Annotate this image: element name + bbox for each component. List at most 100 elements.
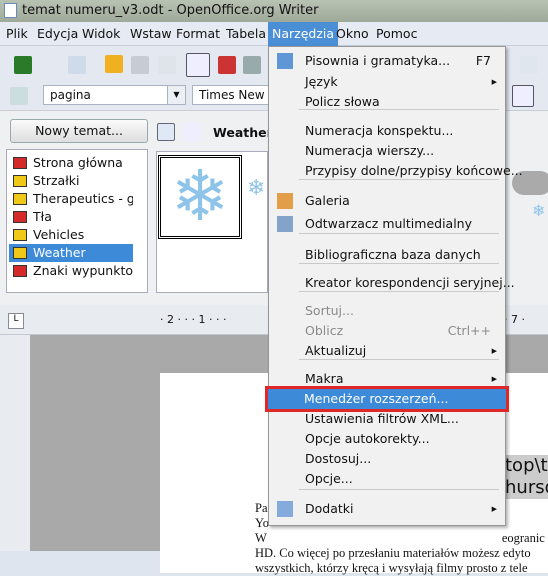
tab-stop-icon[interactable]: L xyxy=(8,313,24,329)
addons-icon xyxy=(277,501,293,517)
field-date: hursda xyxy=(505,477,548,499)
menu-item[interactable]: Numeracja konspektu... xyxy=(269,121,505,141)
edit-mode-icon[interactable] xyxy=(186,53,210,77)
theme-label: Strona główna xyxy=(33,155,123,170)
menu-item[interactable]: Bibliograficzna baza danych xyxy=(269,245,505,265)
theme-item[interactable]: Therapeutics - gen xyxy=(9,190,133,208)
new-document-icon[interactable] xyxy=(68,56,86,74)
menu-format[interactable]: Format xyxy=(176,26,220,41)
menu-plik[interactable]: Plik xyxy=(6,26,28,41)
menu-item-label: Bibliograficzna baza danych xyxy=(305,247,481,262)
window-title: temat numeru_v3.odt - OpenOffice.org Wri… xyxy=(22,3,319,18)
ruler-ticks-left: · 2 · · · 1 · · · xyxy=(160,313,227,326)
field-path: top\te xyxy=(505,455,548,477)
theme-label: Therapeutics - gen xyxy=(33,191,133,206)
menu-item[interactable]: Menedżer rozszerzeń... xyxy=(265,386,509,412)
menu-item-label: Numeracja konspektu... xyxy=(305,123,454,138)
menu-item[interactable]: Opcje autokorekty... xyxy=(269,429,505,449)
menu-item[interactable]: Aktualizuj ▶ xyxy=(269,341,505,361)
theme-item[interactable]: Strona główna xyxy=(9,154,133,172)
theme-item[interactable]: Znaki wypunktowa xyxy=(9,262,133,280)
menu-item[interactable]: Dostosuj... xyxy=(269,449,505,469)
menu-item-label: Menedżer rozszerzeń... xyxy=(304,391,449,406)
menu-item[interactable]: Ustawienia filtrów XML... xyxy=(269,409,505,429)
menu-wstaw[interactable]: Wstaw xyxy=(130,26,172,41)
menu-item[interactable]: Kreator korespondencji seryjnej... xyxy=(269,273,515,293)
theme-folder-icon xyxy=(13,211,27,223)
title-bar: temat numeru_v3.odt - OpenOffice.org Wri… xyxy=(0,0,548,22)
export-pdf-icon[interactable] xyxy=(218,56,236,74)
menu-item[interactable]: Galeria xyxy=(269,191,505,211)
menu-item[interactable]: Makra ▶ xyxy=(269,369,505,389)
save-icon[interactable] xyxy=(131,56,149,74)
menu-item[interactable]: Sortuj... xyxy=(269,301,505,321)
email-icon[interactable] xyxy=(158,56,176,74)
gallery-preview[interactable]: ❄ ❄ xyxy=(156,151,268,293)
menu-item-shortcut: Ctrl++ xyxy=(447,323,491,338)
menu-item[interactable]: Pisownia i gramatyka... F7 xyxy=(269,51,505,71)
vertical-ruler[interactable] xyxy=(0,335,30,551)
menu-item-label: Język xyxy=(305,74,338,89)
menu-item[interactable]: Policz słowa xyxy=(269,92,505,112)
theme-label: Znaki wypunktowa xyxy=(33,263,133,278)
menu-item[interactable]: Dodatki ▶ xyxy=(269,499,505,519)
menu-item[interactable]: Numeracja wierszy... xyxy=(269,141,505,161)
snowflake-image[interactable]: ❄ xyxy=(158,155,242,239)
styles-icon[interactable] xyxy=(10,87,28,105)
align-left-icon[interactable] xyxy=(512,85,534,107)
menu-okno[interactable]: Okno xyxy=(336,26,369,41)
print-icon[interactable] xyxy=(243,56,261,74)
paragraph-style-select[interactable]: pagina ▼ xyxy=(43,85,186,105)
menu-item-label: Ustawienia filtrów XML... xyxy=(305,411,459,426)
text-line: Weogranic xyxy=(255,531,545,545)
menu-item[interactable]: Opcje... xyxy=(269,469,505,489)
menu-item-label: Odtwarzacz multimedialny xyxy=(305,216,472,231)
icon-view-icon[interactable] xyxy=(157,123,175,141)
menu-item-label: Numeracja wierszy... xyxy=(305,143,435,158)
theme-item[interactable]: Vehicles xyxy=(9,226,133,244)
menu-item[interactable]: Odtwarzacz multimedialny xyxy=(269,214,505,234)
dropdown-arrow-icon[interactable]: ▼ xyxy=(167,86,185,104)
find-icon[interactable] xyxy=(14,56,32,74)
redo-icon[interactable] xyxy=(520,56,538,74)
menu-item-label: Pisownia i gramatyka... xyxy=(305,53,451,68)
menu-edycja[interactable]: Edycja xyxy=(37,26,78,41)
menu-item[interactable]: Przypisy dolne/przypisy końcowe... xyxy=(269,161,523,181)
snowflake-icon: ❄ xyxy=(532,201,546,220)
ruler-ticks-right: · 7 · xyxy=(504,313,525,326)
open-folder-icon[interactable] xyxy=(105,55,123,73)
narzedzia-dropdown-menu: Pisownia i gramatyka... F7 Język ▶ Policz sł… xyxy=(265,46,523,526)
menu-separator xyxy=(299,489,499,490)
menu-item-label: Opcje autokorekty... xyxy=(305,431,430,446)
menu-item[interactable]: Oblicz Ctrl++ xyxy=(269,321,505,341)
snowflake-small-image[interactable]: ❄ xyxy=(247,176,265,201)
theme-folder-icon xyxy=(13,193,27,205)
theme-folder-icon xyxy=(13,265,27,277)
menu-item-label: Opcje... xyxy=(305,471,353,486)
menu-bar: Plik Edycja Widok Wstaw Format Tabela Na… xyxy=(0,22,548,46)
menu-item-label: Dostosuj... xyxy=(305,451,372,466)
submenu-arrow-icon: ▶ xyxy=(491,505,497,513)
menu-narzedzia[interactable]: Narzędzia xyxy=(268,22,339,46)
menu-widok[interactable]: Widok xyxy=(82,26,120,41)
theme-item[interactable]: Tła xyxy=(9,208,133,226)
theme-folder-icon xyxy=(13,229,27,241)
menu-item-label: Dodatki xyxy=(305,501,354,516)
gallery-icon xyxy=(277,193,293,209)
menu-item[interactable]: Język ▶ xyxy=(269,72,505,92)
menu-pomoc[interactable]: Pomoc xyxy=(376,26,417,41)
menu-item-label: Oblicz xyxy=(305,323,344,338)
theme-label: Tła xyxy=(33,209,52,224)
submenu-arrow-icon: ▶ xyxy=(491,78,497,86)
menu-tabela[interactable]: Tabela xyxy=(226,26,266,41)
theme-item[interactable]: Weather xyxy=(9,244,133,262)
font-name-value: Times New R xyxy=(199,88,265,104)
theme-label: Strzałki xyxy=(33,173,80,188)
theme-list[interactable]: Strona główna Strzałki Therapeutics - gen T… xyxy=(6,149,148,293)
theme-item[interactable]: Strzałki xyxy=(9,172,133,190)
detail-view-icon[interactable] xyxy=(183,123,201,141)
submenu-arrow-icon: ▶ xyxy=(491,347,497,355)
media-player-icon xyxy=(277,216,293,232)
menu-item-label: Makra xyxy=(305,371,344,386)
new-theme-button[interactable]: Nowy temat... xyxy=(10,119,148,143)
